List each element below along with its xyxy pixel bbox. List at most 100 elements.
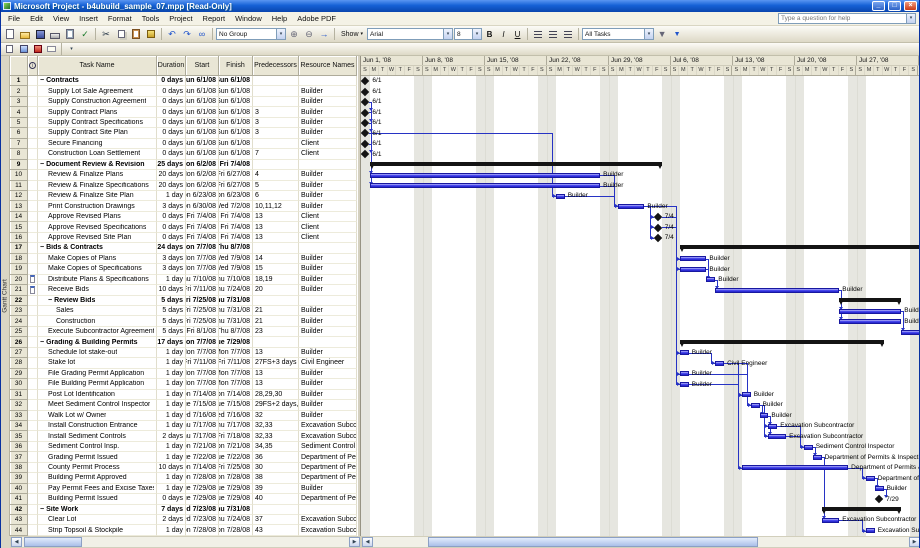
finish-cell[interactable]: Mon 7/28/08	[219, 473, 253, 483]
autofilter-icon[interactable]: ▼	[655, 28, 669, 41]
row-number-cell[interactable]: 27	[10, 348, 28, 358]
menu-edit[interactable]: Edit	[25, 14, 48, 23]
show-outline-button[interactable]: Show ▾	[338, 28, 366, 41]
start-cell[interactable]: Tue 7/15/08	[186, 400, 219, 410]
indicator-cell[interactable]	[28, 222, 38, 232]
row-number-cell[interactable]: 26	[10, 337, 28, 347]
scrollbar-thumb[interactable]	[428, 537, 758, 547]
row-number-cell[interactable]: 9	[10, 160, 28, 170]
new-icon[interactable]	[3, 28, 17, 41]
finish-cell[interactable]: Fri 7/4/08	[219, 222, 253, 232]
duration-cell[interactable]: 3 days	[157, 201, 186, 211]
task-bar[interactable]	[804, 445, 813, 450]
chevron-down-icon[interactable]: ▾	[472, 29, 481, 39]
indicator-cell[interactable]	[28, 118, 38, 128]
duration-cell[interactable]: 0 days	[157, 149, 186, 159]
menu-project[interactable]: Project	[164, 14, 197, 23]
chevron-down-icon[interactable]: ▾	[644, 29, 653, 39]
task-bar[interactable]	[839, 309, 901, 314]
predecessors-cell[interactable]: 3	[253, 107, 299, 117]
indicator-cell[interactable]	[28, 390, 38, 400]
duration-cell[interactable]: 1 day	[157, 369, 186, 379]
row-number-cell[interactable]: 5	[10, 118, 28, 128]
finish-cell[interactable]: Sun 6/1/08	[219, 149, 253, 159]
summary-bar[interactable]	[822, 507, 902, 511]
finish-cell[interactable]: Sun 6/1/08	[219, 118, 253, 128]
duration-cell[interactable]: 1 day	[157, 275, 186, 285]
align-left-icon[interactable]	[531, 28, 545, 41]
start-cell[interactable]: Tue 7/29/08	[186, 484, 219, 494]
row-number-cell[interactable]: 44	[10, 525, 28, 535]
task-name-cell[interactable]: Construction	[38, 316, 157, 326]
resource-names-cell[interactable]: Client	[299, 139, 357, 149]
menu-tools[interactable]: Tools	[137, 14, 165, 23]
task-name-cell[interactable]: Make Copies of Specifications	[38, 264, 157, 274]
predecessors-cell[interactable]	[253, 505, 299, 515]
predecessors-cell[interactable]: 7	[253, 149, 299, 159]
column-header[interactable]: Task Name	[38, 56, 157, 76]
duration-cell[interactable]: 5 days	[157, 316, 186, 326]
start-cell[interactable]: Mon 7/21/08	[186, 442, 219, 452]
task-name-cell[interactable]: Building Permit Approved	[38, 473, 157, 483]
resource-names-cell[interactable]: Builder	[299, 306, 357, 316]
finish-cell[interactable]: Mon 7/7/08	[219, 379, 253, 389]
predecessors-cell[interactable]: 13	[253, 348, 299, 358]
open-icon[interactable]	[18, 28, 32, 41]
finish-cell[interactable]: Tue 7/29/08	[219, 494, 253, 504]
task-bar[interactable]	[680, 371, 689, 376]
indicator-cell[interactable]	[28, 452, 38, 462]
italic-button[interactable]: I	[497, 28, 510, 41]
finish-cell[interactable]: Mon 7/28/08	[219, 525, 253, 535]
resource-names-cell[interactable]: Excavation Subcontractor	[299, 515, 357, 525]
indicator-cell[interactable]	[28, 400, 38, 410]
duration-cell[interactable]: 0 days	[157, 233, 186, 243]
task-name-cell[interactable]: Approve Revised Plans	[38, 212, 157, 222]
finish-cell[interactable]: Wed 7/2/08	[219, 201, 253, 211]
predecessors-cell[interactable]: 6	[253, 191, 299, 201]
task-name-cell[interactable]: Execute Subcontractor Agreements	[38, 327, 157, 337]
indicator-cell[interactable]	[28, 86, 38, 96]
resource-names-cell[interactable]	[299, 296, 357, 306]
predecessors-cell[interactable]: 4	[253, 170, 299, 180]
start-cell[interactable]: Fri 7/4/08	[186, 212, 219, 222]
indicator-cell[interactable]	[28, 348, 38, 358]
task-name-cell[interactable]: −Site Work	[38, 505, 157, 515]
resource-names-cell[interactable]: Builder	[299, 191, 357, 201]
indicator-cell[interactable]	[28, 525, 38, 535]
task-bar[interactable]	[680, 256, 707, 261]
start-cell[interactable]: Mon 7/7/08	[186, 379, 219, 389]
predecessors-cell[interactable]: 21	[253, 306, 299, 316]
duration-cell[interactable]: 1 day	[157, 400, 186, 410]
email-review-icon[interactable]	[45, 44, 58, 55]
duration-cell[interactable]: 0 days	[157, 139, 186, 149]
start-cell[interactable]: Mon 7/7/08	[186, 348, 219, 358]
predecessors-cell[interactable]: 20	[253, 285, 299, 295]
finish-cell[interactable]: Thu 7/10/08	[219, 275, 253, 285]
task-name-cell[interactable]: Sediment Control Insp.	[38, 442, 157, 452]
predecessors-cell[interactable]: 43	[253, 525, 299, 535]
row-number-cell[interactable]: 30	[10, 379, 28, 389]
row-number-cell[interactable]: 29	[10, 369, 28, 379]
task-name-cell[interactable]: Schedule lot stake-out	[38, 348, 157, 358]
menu-adobe-pdf[interactable]: Adobe PDF	[292, 14, 341, 23]
finish-cell[interactable]: Fri 7/4/08	[219, 233, 253, 243]
select-all-cell[interactable]	[10, 56, 28, 76]
resource-names-cell[interactable]: Builder	[299, 316, 357, 326]
scroll-right-icon[interactable]: ▶	[349, 537, 360, 547]
finish-cell[interactable]: Mon 7/21/08	[219, 442, 253, 452]
row-number-cell[interactable]: 23	[10, 306, 28, 316]
task-bar[interactable]	[901, 330, 920, 335]
indicator-cell[interactable]	[28, 149, 38, 159]
duration-cell[interactable]: 0 days	[157, 212, 186, 222]
duration-cell[interactable]: 1 day	[157, 379, 186, 389]
predecessors-cell[interactable]: 36	[253, 452, 299, 462]
resource-names-cell[interactable]: Builder	[299, 379, 357, 389]
row-number-cell[interactable]: 19	[10, 264, 28, 274]
print-preview-icon[interactable]	[63, 28, 77, 41]
resource-names-cell[interactable]: Builder	[299, 118, 357, 128]
row-number-cell[interactable]: 18	[10, 254, 28, 264]
indicator-cell[interactable]	[28, 201, 38, 211]
collapse-icon[interactable]: −	[40, 77, 44, 84]
resource-names-cell[interactable]: Client	[299, 222, 357, 232]
duration-cell[interactable]: 17 days	[157, 337, 186, 347]
